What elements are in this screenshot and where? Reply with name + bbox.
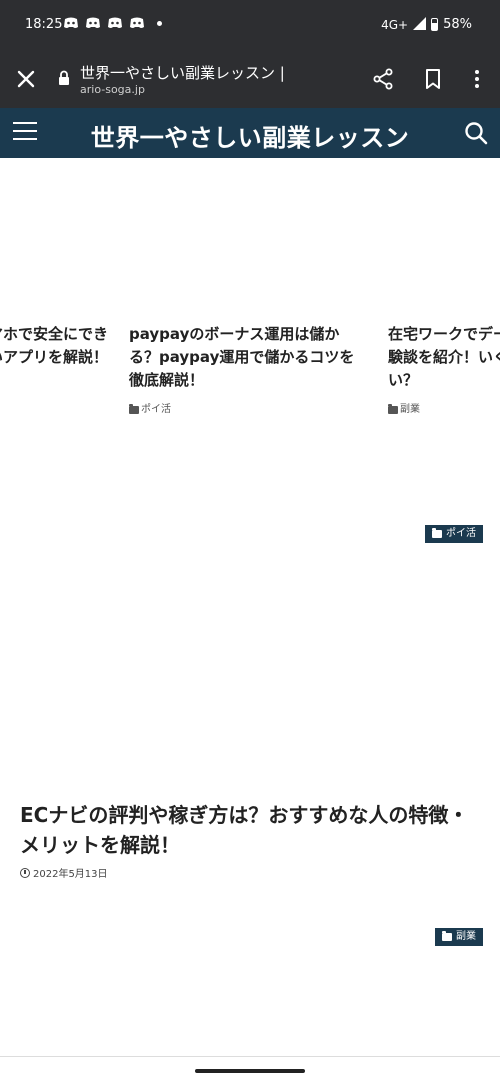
bookmark-icon[interactable] — [421, 67, 445, 91]
category-badge-label: 副業 — [456, 931, 476, 942]
carousel-card[interactable]: paypayのボーナス運用は儲かる？paypay運用で儲かるコツを徹底解説！ ポ… — [129, 323, 369, 421]
home-gesture-handle[interactable] — [195, 1069, 305, 1073]
carousel-card[interactable]: 在宅ワークでデー 験談を紹介！いく い？ 副業 — [388, 323, 500, 421]
folder-icon — [388, 403, 398, 414]
site-header: 世界一やさしい副業レッスン — [0, 108, 500, 158]
battery-level: 58% — [443, 17, 472, 32]
category-label: ポイ活 — [141, 404, 171, 415]
battery-icon — [431, 18, 439, 31]
carousel-card-title: 在宅ワークでデー 験談を紹介！いく い？ — [388, 325, 500, 389]
discord-icon — [108, 17, 122, 28]
system-navigation-bar — [0, 1056, 500, 1084]
discord-icon — [130, 17, 144, 28]
discord-icon — [64, 17, 78, 28]
category-badge-label: ポイ活 — [446, 528, 476, 539]
article-date: 2022年5月13日 — [20, 865, 108, 880]
article-date-text: 2022年5月13日 — [33, 869, 108, 880]
status-time: 18:25 — [25, 17, 63, 32]
close-icon[interactable] — [14, 67, 38, 91]
carousel-card-category: 副業 — [388, 398, 500, 421]
more-notifications-dot-icon — [157, 20, 162, 26]
page-title: 世界一やさしい副業レッスン | — [80, 64, 285, 82]
page-url[interactable]: ario-soga.jp — [80, 83, 145, 96]
network-type: 4G+ — [381, 17, 409, 32]
folder-icon — [442, 931, 452, 941]
search-icon[interactable] — [463, 120, 489, 146]
discord-icon — [86, 17, 100, 28]
folder-icon — [129, 403, 139, 414]
signal-icon — [413, 17, 427, 30]
more-options-icon[interactable] — [465, 67, 489, 91]
status-right: 4G+ 58% — [381, 17, 472, 32]
carousel-card-category: ポイ活 — [129, 398, 369, 421]
share-icon[interactable] — [371, 67, 395, 91]
category-badge[interactable]: 副業 — [435, 928, 483, 946]
clock-icon — [20, 867, 30, 878]
carousel-card[interactable]: マホで安全にでき いアプリを解説！ — [0, 323, 118, 369]
site-title[interactable]: 世界一やさしい副業レッスン — [0, 118, 500, 153]
status-bar: 18:25 4G+ 58% — [0, 0, 500, 50]
article-title[interactable]: ECナビの評判や稼ぎ方は？おすすめな人の特徴・メリットを解説！ — [20, 800, 480, 860]
folder-icon — [432, 528, 442, 538]
category-label: 副業 — [400, 404, 420, 415]
browser-toolbar: 世界一やさしい副業レッスン | ario-soga.jp — [0, 50, 500, 108]
carousel-card-title: paypayのボーナス運用は儲かる？paypay運用で儲かるコツを徹底解説！ — [129, 325, 355, 389]
carousel-card-title: マホで安全にでき いアプリを解説！ — [0, 325, 109, 366]
lock-icon — [59, 70, 69, 85]
notification-icons — [63, 16, 162, 30]
category-badge[interactable]: ポイ活 — [425, 525, 483, 543]
